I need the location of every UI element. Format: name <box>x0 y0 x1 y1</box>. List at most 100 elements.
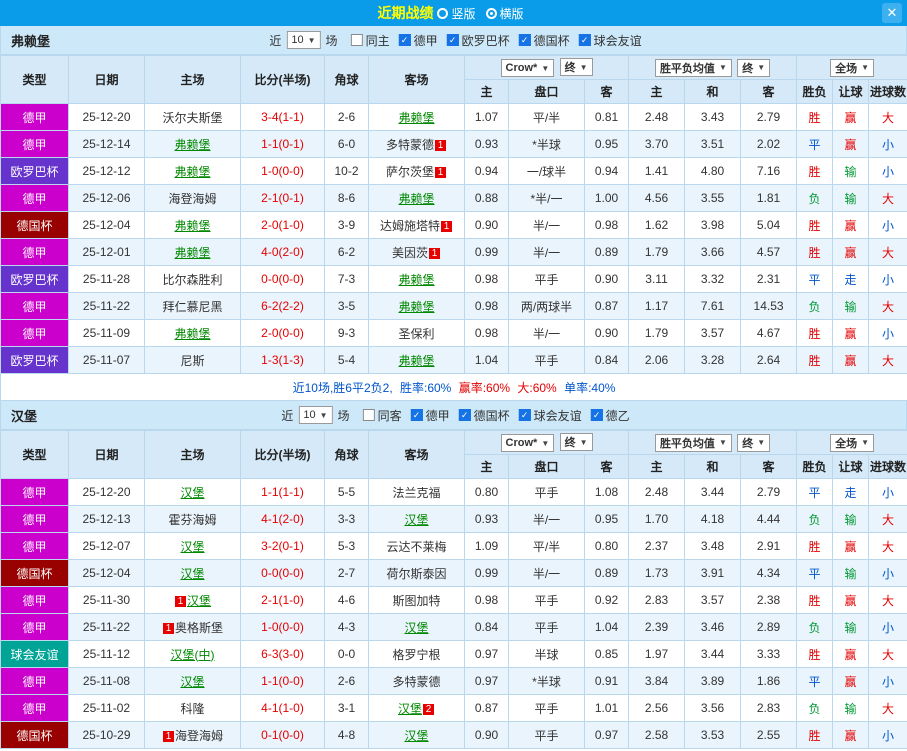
scope-select[interactable]: 全场 ▼ <box>830 433 874 452</box>
home-team-link[interactable]: 弗赖堡 <box>174 219 210 233</box>
euro-away-odds: 1.86 <box>740 667 798 695</box>
home-team-link[interactable]: 汉堡 <box>180 486 204 500</box>
horizontal-layout-radio-icon[interactable] <box>485 7 497 19</box>
odds-time-select[interactable]: 终 ▼ <box>559 433 593 451</box>
horizontal-layout-label[interactable]: 横版 <box>500 5 524 22</box>
home-team-link[interactable]: 海登海姆 <box>175 729 223 743</box>
away-team-link[interactable]: 弗赖堡 <box>398 354 434 368</box>
same-venue-checkbox-icon[interactable] <box>350 34 363 46</box>
away-team-link[interactable]: 荷尔斯泰因 <box>386 567 446 581</box>
chevron-down-icon: ▼ <box>861 438 869 447</box>
odds-company-select[interactable]: Crow* ▼ <box>500 434 555 452</box>
euro-draw-odds: 3.48 <box>684 532 742 560</box>
result-handicap: 赢 <box>832 667 870 695</box>
vertical-layout-radio-icon[interactable] <box>437 7 449 19</box>
away-team-link[interactable]: 美因茨 <box>392 246 428 260</box>
away-team-link[interactable]: 汉堡 <box>398 702 422 716</box>
away-team-link[interactable]: 云达不莱梅 <box>386 540 446 554</box>
away-team-link[interactable]: 汉堡 <box>404 513 428 527</box>
asian-home-odds: 0.87 <box>464 694 509 722</box>
league-badge: 德甲 <box>0 613 69 641</box>
home-team-link[interactable]: 弗赖堡 <box>174 327 210 341</box>
away-team-link[interactable]: 汉堡 <box>404 621 428 635</box>
europe-mean-select[interactable]: 胜平负均值 ▼ <box>654 433 732 452</box>
home-team-link[interactable]: 霍芬海姆 <box>168 513 216 527</box>
home-team-link[interactable]: 汉堡(中) <box>171 648 215 662</box>
away-team-link[interactable]: 圣保利 <box>398 327 434 341</box>
league-filter[interactable]: ✓ 德甲 <box>410 407 450 424</box>
checkbox-checked-icon[interactable]: ✓ <box>410 409 423 421</box>
league-filter[interactable]: ✓ 德国杯 <box>518 32 570 49</box>
checkbox-checked-icon[interactable]: ✓ <box>518 409 531 421</box>
same-venue-checkbox-icon[interactable] <box>362 409 375 421</box>
home-team-link[interactable]: 汉堡 <box>180 540 204 554</box>
checkbox-checked-icon[interactable]: ✓ <box>518 34 531 46</box>
match-count-select[interactable]: 10 ▼ <box>286 31 321 49</box>
same-venue-filter[interactable]: 同主 <box>350 32 390 49</box>
summary-segment: 赢率:60% <box>458 380 514 395</box>
away-team-link[interactable]: 法兰克福 <box>392 486 440 500</box>
checkbox-checked-icon[interactable]: ✓ <box>578 34 591 46</box>
close-button[interactable]: ✕ <box>882 3 902 23</box>
away-team-link[interactable]: 弗赖堡 <box>398 300 434 314</box>
away-team-link[interactable]: 弗赖堡 <box>398 192 434 206</box>
league-filter[interactable]: ✓ 球会友谊 <box>578 32 642 49</box>
league-filter[interactable]: ✓ 德国杯 <box>458 407 510 424</box>
col-corner: 角球 <box>324 55 369 104</box>
home-team-link[interactable]: 科隆 <box>180 702 204 716</box>
home-team-link[interactable]: 弗赖堡 <box>174 246 210 260</box>
checkbox-checked-icon[interactable]: ✓ <box>458 409 471 421</box>
europe-time-select[interactable]: 终 ▼ <box>737 58 771 77</box>
col-asia-away: 客 <box>583 454 630 479</box>
home-team-link[interactable]: 奥格斯堡 <box>175 621 223 635</box>
league-filter[interactable]: ✓ 德甲 <box>398 32 438 49</box>
score: 3-2(0-1) <box>240 532 325 560</box>
home-team-link[interactable]: 拜仁慕尼黑 <box>162 300 222 314</box>
vertical-layout-label[interactable]: 竖版 <box>451 5 475 22</box>
away-team-link[interactable]: 萨尔茨堡 <box>386 165 434 179</box>
away-team-link[interactable]: 格罗宁根 <box>392 648 440 662</box>
checkbox-checked-icon[interactable]: ✓ <box>590 409 603 421</box>
euro-away-odds: 2.89 <box>740 613 798 641</box>
away-team-link[interactable]: 多特蒙德 <box>386 138 434 152</box>
checkbox-checked-icon[interactable]: ✓ <box>446 34 459 46</box>
checkbox-checked-icon[interactable]: ✓ <box>398 34 411 46</box>
europe-time-select[interactable]: 终 ▼ <box>737 433 771 452</box>
home-team-link[interactable]: 尼斯 <box>180 354 204 368</box>
odds-company-select[interactable]: Crow* ▼ <box>500 59 555 77</box>
away-team-cell: 圣保利 <box>368 319 465 347</box>
home-team-link[interactable]: 弗赖堡 <box>174 165 210 179</box>
away-team-link[interactable]: 达姆施塔特 <box>380 219 440 233</box>
home-team-link[interactable]: 比尔森胜利 <box>162 273 222 287</box>
asian-handicap: 平手 <box>508 613 585 641</box>
away-team-link[interactable]: 弗赖堡 <box>398 111 434 125</box>
home-team-link[interactable]: 弗赖堡 <box>174 138 210 152</box>
away-team-link[interactable]: 多特蒙德 <box>392 675 440 689</box>
league-filter[interactable]: ✓ 球会友谊 <box>518 407 582 424</box>
euro-draw-odds: 3.55 <box>684 184 742 212</box>
match-date: 25-11-07 <box>68 346 145 374</box>
home-team-link[interactable]: 沃尔夫斯堡 <box>162 111 222 125</box>
match-date: 25-12-04 <box>68 559 145 587</box>
away-team-link[interactable]: 斯图加特 <box>392 594 440 608</box>
away-team-link[interactable]: 汉堡 <box>404 729 428 743</box>
match-row: 德甲 25-11-22 1 奥格斯堡 1-0(0-0) 4-3 汉堡 0.84 平… <box>0 613 907 641</box>
europe-mean-select[interactable]: 胜平负均值 ▼ <box>654 58 732 77</box>
col-euro-away: 客 <box>740 79 798 104</box>
result-handicap: 赢 <box>832 532 870 560</box>
match-row: 德甲 25-11-08 汉堡 1-1(0-0) 2-6 多特蒙德 0.97 *半… <box>0 667 907 695</box>
same-venue-filter[interactable]: 同客 <box>362 407 402 424</box>
match-count-select[interactable]: 10 ▼ <box>298 406 333 424</box>
home-team-link[interactable]: 汉堡 <box>187 594 211 608</box>
match-row: 德国杯 25-12-04 弗赖堡 2-0(1-0) 3-9 达姆施塔特 1 0.9… <box>0 211 907 239</box>
col-type: 类型 <box>0 55 69 104</box>
score: 6-3(3-0) <box>240 640 325 668</box>
home-team-link[interactable]: 汉堡 <box>180 675 204 689</box>
scope-select[interactable]: 全场 ▼ <box>830 58 874 77</box>
league-filter[interactable]: ✓ 欧罗巴杯 <box>446 32 510 49</box>
home-team-link[interactable]: 海登海姆 <box>168 192 216 206</box>
away-team-link[interactable]: 弗赖堡 <box>398 273 434 287</box>
league-filter[interactable]: ✓ 德乙 <box>590 407 630 424</box>
home-team-link[interactable]: 汉堡 <box>180 567 204 581</box>
odds-time-select[interactable]: 终 ▼ <box>559 58 593 76</box>
